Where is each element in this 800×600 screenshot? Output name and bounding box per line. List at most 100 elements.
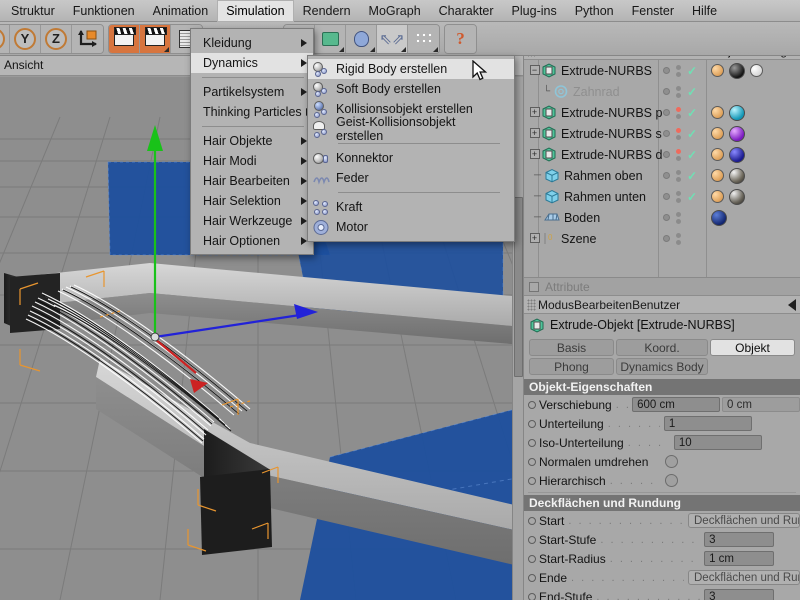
menu-python[interactable]: Python xyxy=(566,0,623,22)
am-menu-bearbeiten[interactable]: Bearbeiten xyxy=(574,298,632,312)
menuitem-feder[interactable]: Feder xyxy=(308,168,514,188)
spline-button[interactable] xyxy=(315,25,346,53)
right-dock: Objekte Struktur Datei Bearbeiten Ansich… xyxy=(523,22,800,600)
table-row[interactable]: + 0 Szene xyxy=(524,228,800,249)
table-row[interactable]: ─ Rahmen unten ✓ xyxy=(524,186,800,207)
table-row[interactable]: └ Zahnrad ✓ xyxy=(524,81,800,102)
render-view-button[interactable] xyxy=(109,25,140,53)
menuitem-soft-body-erstellen[interactable]: Soft Body erstellen xyxy=(308,79,514,99)
am-menu-modus[interactable]: Modus xyxy=(538,298,574,312)
menuitem-thinking-particles[interactable]: Thinking Particles xyxy=(191,102,313,122)
menu-charakter[interactable]: Charakter xyxy=(430,0,503,22)
animate-dot-icon[interactable] xyxy=(528,536,536,544)
menuitem-rigid-body-erstellen[interactable]: Rigid Body erstellen xyxy=(308,59,514,79)
menu-mograph[interactable]: MoGraph xyxy=(360,0,430,22)
object-name: Szene xyxy=(561,232,596,246)
object-axis-button[interactable] xyxy=(72,25,103,53)
extrude-nurbs-icon xyxy=(541,105,557,120)
attr-tab-koord[interactable]: Koord. xyxy=(616,339,708,356)
spline-icon xyxy=(322,32,339,46)
animate-dot-icon[interactable] xyxy=(528,401,536,409)
hierarchisch-checkbox[interactable] xyxy=(665,474,678,487)
environment-button[interactable] xyxy=(408,25,439,53)
menu-plugins[interactable]: Plug-ins xyxy=(503,0,566,22)
attr-tab-basis[interactable]: Basis xyxy=(529,339,614,356)
menu-hilfe[interactable]: Hilfe xyxy=(683,0,726,22)
menuitem-hair-objekte[interactable]: Hair Objekte xyxy=(191,131,313,151)
render-region-button[interactable] xyxy=(140,25,171,53)
menu-animation[interactable]: Animation xyxy=(144,0,218,22)
menuitem-partikelsystem[interactable]: Partikelsystem xyxy=(191,82,313,102)
normalen-umdrehen-checkbox[interactable] xyxy=(665,455,678,468)
help-button[interactable]: ? xyxy=(445,25,476,53)
menu-simulation[interactable]: Simulation xyxy=(217,0,293,22)
table-row[interactable]: ─ Rahmen oben ✓ xyxy=(524,165,800,186)
am-menu-benutzer[interactable]: Benutzer xyxy=(632,298,680,312)
axis-y-button[interactable]: Y xyxy=(10,25,41,53)
object-list[interactable]: − Extrude-NURBS ✓ └ Z xyxy=(524,60,800,277)
table-row[interactable]: + Extrude-NURBS s ✓ xyxy=(524,123,800,144)
menuitem-hair-bearbeiten[interactable]: Hair Bearbeiten xyxy=(191,171,313,191)
ende-dropdown[interactable]: Deckflächen und Run xyxy=(688,570,800,585)
axis-x-button[interactable]: X xyxy=(0,25,10,53)
particles-icon xyxy=(415,32,433,46)
verschiebung-input-2[interactable]: 0 cm xyxy=(722,397,800,412)
start-radius-input[interactable]: 1 cm xyxy=(704,551,774,566)
attribute-menubar: Modus Bearbeiten Benutzer xyxy=(524,295,800,314)
table-row[interactable]: ─ Boden xyxy=(524,207,800,228)
attr-tab-objekt[interactable]: Objekt xyxy=(710,339,795,356)
menu-rendern[interactable]: Rendern xyxy=(294,0,360,22)
animate-dot-icon[interactable] xyxy=(528,420,536,428)
menuitem-geist-kollisionsobjekt-erstellen[interactable]: Geist-Kollisionsobjekt erstellen xyxy=(308,119,514,139)
menuitem-hair-modi[interactable]: Hair Modi xyxy=(191,151,313,171)
attr-tab-phong[interactable]: Phong xyxy=(529,358,614,375)
nurbs-button[interactable] xyxy=(346,25,377,53)
menuitem-kleidung[interactable]: Kleidung xyxy=(191,33,313,53)
start-stufe-input[interactable]: 3 xyxy=(704,532,774,547)
attr-tab-dynamics-body[interactable]: Dynamics Body xyxy=(616,358,708,375)
animate-dot-icon[interactable] xyxy=(528,439,536,447)
end-stufe-input[interactable]: 3 xyxy=(704,589,774,600)
table-row[interactable]: − Extrude-NURBS ✓ xyxy=(524,60,800,81)
iso-unterteilung-input[interactable]: 10 xyxy=(674,435,762,450)
collapse-toggle[interactable]: − xyxy=(530,65,540,75)
table-row[interactable]: + Extrude-NURBS d ✓ xyxy=(524,144,800,165)
panel-grip-icon[interactable] xyxy=(527,299,536,311)
panel-collapse-icon[interactable] xyxy=(529,282,539,292)
table-row[interactable]: + Extrude-NURBS p ✓ xyxy=(524,102,800,123)
property-hierarchisch: Hierarchisch . . . . . . . xyxy=(524,471,800,490)
expand-toggle[interactable]: + xyxy=(530,107,540,117)
property-verschiebung: Verschiebung . . . . . . 600 cm ▲▼ 0 cm xyxy=(524,395,800,414)
animate-dot-icon[interactable] xyxy=(528,517,536,525)
nav-back-icon[interactable] xyxy=(788,299,796,311)
deformer-button[interactable]: ⇖⇗ xyxy=(377,25,408,53)
menuitem-kraft[interactable]: Kraft xyxy=(308,197,514,217)
scrollbar-thumb[interactable] xyxy=(514,197,523,377)
object-name: Boden xyxy=(564,211,600,225)
expand-toggle[interactable]: + xyxy=(530,149,540,159)
animate-dot-icon[interactable] xyxy=(528,477,536,485)
menuitem-hair-werkzeuge[interactable]: Hair Werkzeuge xyxy=(191,211,313,231)
menu-struktur[interactable]: Struktur xyxy=(2,0,64,22)
menuitem-motor[interactable]: Motor xyxy=(308,217,514,237)
menuitem-hair-selektion[interactable]: Hair Selektion xyxy=(191,191,313,211)
menuitem-hair-optionen[interactable]: Hair Optionen xyxy=(191,231,313,251)
animate-dot-icon[interactable] xyxy=(528,574,536,582)
menuitem-dynamics[interactable]: Dynamics xyxy=(191,53,313,73)
start-dropdown[interactable]: Deckflächen und Run xyxy=(688,513,800,528)
menu-funktionen[interactable]: Funktionen xyxy=(64,0,144,22)
expand-toggle[interactable]: + xyxy=(530,233,540,243)
menu-fenster[interactable]: Fenster xyxy=(623,0,683,22)
axis-z-button[interactable]: Z xyxy=(41,25,72,53)
soft-body-icon xyxy=(312,81,331,98)
animate-dot-icon[interactable] xyxy=(528,555,536,563)
verschiebung-input[interactable]: 600 cm xyxy=(632,397,720,412)
ghost-collision-icon xyxy=(312,121,331,138)
menuitem-konnektor[interactable]: Konnektor xyxy=(308,148,514,168)
unterteilung-input[interactable]: 1 xyxy=(664,416,752,431)
expand-toggle[interactable]: + xyxy=(530,128,540,138)
object-name: Extrude-NURBS s xyxy=(561,127,662,141)
attribute-object-title-row: Extrude-Objekt [Extrude-NURBS] xyxy=(524,314,800,336)
animate-dot-icon[interactable] xyxy=(528,458,536,466)
animate-dot-icon[interactable] xyxy=(528,593,536,600)
